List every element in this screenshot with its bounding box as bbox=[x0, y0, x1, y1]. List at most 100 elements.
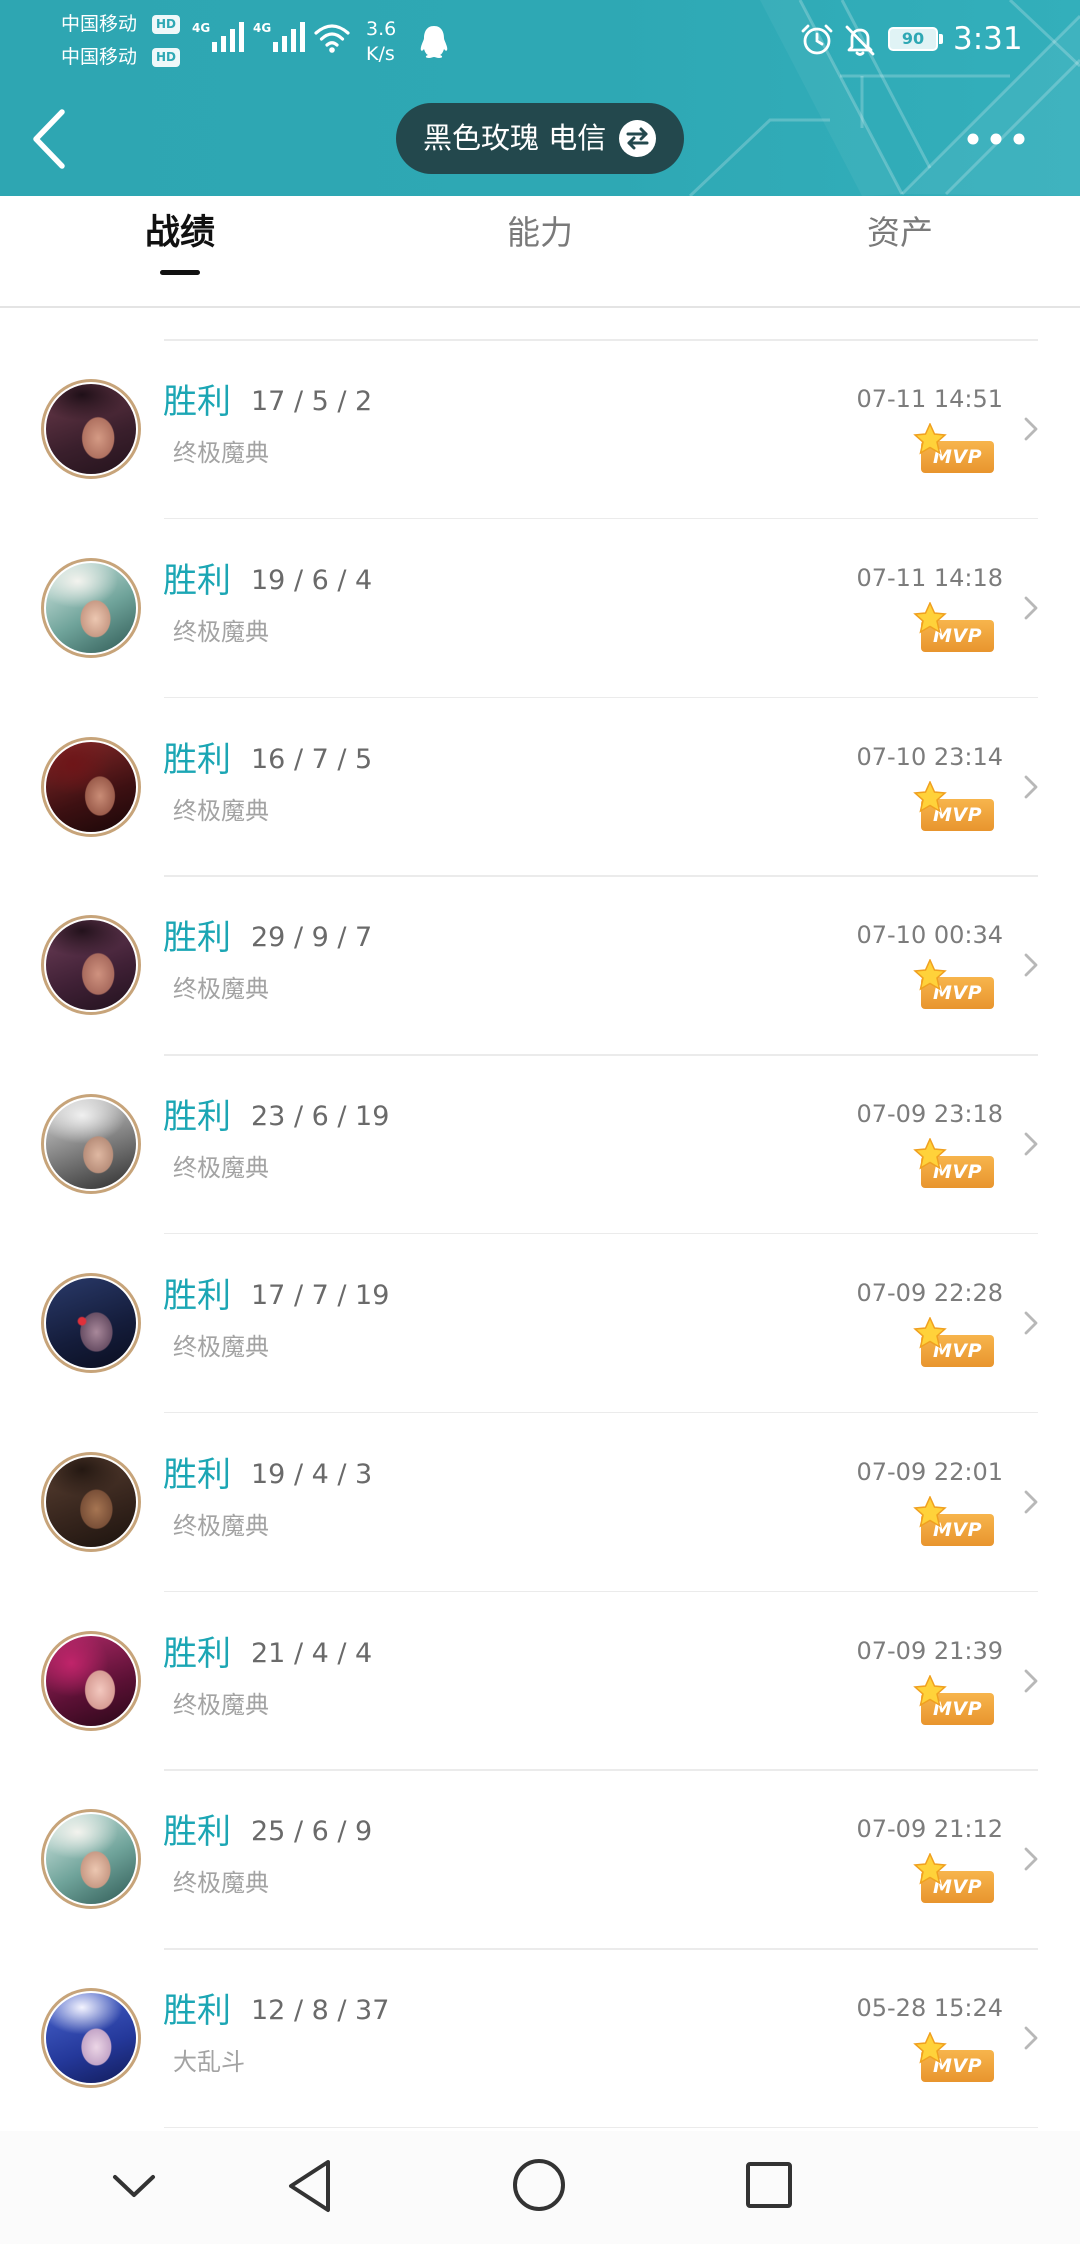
match-mode: 终极魔典 bbox=[173, 617, 269, 646]
champion-portrait bbox=[44, 1097, 138, 1192]
net-speed-unit: K/s bbox=[366, 43, 395, 65]
net-speed-value: 3.6 bbox=[366, 18, 397, 40]
match-row[interactable]: 胜利 17 / 7 / 19 终极魔典 07-09 22:28 MVP bbox=[0, 1232, 1080, 1412]
chevron-down-icon[interactable] bbox=[110, 2171, 158, 2201]
star-icon bbox=[913, 1138, 947, 1170]
match-row[interactable]: 胜利 21 / 4 / 4 终极魔典 07-09 21:39 MVP bbox=[0, 1590, 1080, 1770]
chevron-right-icon bbox=[1024, 1311, 1038, 1335]
mvp-badge: MVP bbox=[913, 959, 997, 1011]
carrier-label-2: 中国移动 bbox=[61, 46, 138, 68]
match-time: 07-10 00:34 bbox=[856, 921, 1003, 950]
match-row[interactable]: 胜利 17 / 5 / 2 终极魔典 07-11 14:51 MVP bbox=[0, 339, 1080, 518]
champion-avatar bbox=[41, 1809, 141, 1910]
match-mode: 大乱斗 bbox=[173, 2048, 245, 2077]
mvp-badge: MVP bbox=[913, 1138, 997, 1190]
match-time: 05-28 15:24 bbox=[856, 1994, 1003, 2023]
match-mode: 终极魔典 bbox=[173, 1154, 269, 1183]
star-icon bbox=[913, 1316, 947, 1349]
match-time: 07-09 23:18 bbox=[856, 1100, 1003, 1129]
match-row[interactable]: 胜利 23 / 6 / 19 终极魔典 07-09 23:18 MVP bbox=[0, 1054, 1080, 1233]
champion-portrait bbox=[44, 1454, 138, 1549]
result-line: 胜利 17 / 7 / 19 bbox=[163, 1276, 389, 1316]
match-result: 胜利 bbox=[163, 1275, 231, 1316]
page-title: 黑色玫瑰 电信 bbox=[423, 121, 607, 155]
chevron-left-icon bbox=[33, 109, 65, 169]
recents-square-icon[interactable] bbox=[745, 2161, 793, 2209]
tab-record[interactable]: 战绩 bbox=[0, 196, 360, 306]
mvp-badge: MVP bbox=[913, 1316, 997, 1369]
champion-portrait bbox=[44, 918, 138, 1013]
match-time: 07-11 14:18 bbox=[856, 563, 1003, 592]
match-time: 07-09 21:12 bbox=[856, 1815, 1003, 1844]
mvp-badge: MVP bbox=[913, 423, 997, 475]
tab-bar: 战绩 能力 资产 bbox=[0, 196, 1080, 308]
match-result: 胜利 bbox=[163, 739, 231, 780]
match-kda: 17 / 7 / 19 bbox=[251, 1279, 390, 1311]
match-kda: 21 / 4 / 4 bbox=[251, 1637, 373, 1669]
champion-avatar bbox=[41, 1630, 141, 1731]
champion-portrait bbox=[44, 1275, 138, 1370]
match-result: 胜利 bbox=[163, 918, 231, 959]
match-time: 07-11 14:51 bbox=[856, 385, 1003, 413]
match-row[interactable]: 胜利 12 / 8 / 37 大乱斗 05-28 15:24 MVP bbox=[0, 1948, 1080, 2127]
tab-ability[interactable]: 能力 bbox=[360, 196, 720, 306]
star-icon bbox=[913, 780, 947, 813]
status-clock: 3:31 bbox=[953, 21, 1023, 57]
star-icon bbox=[913, 601, 947, 634]
mvp-badge: MVP bbox=[913, 2032, 997, 2084]
chevron-right-icon bbox=[1024, 596, 1038, 620]
match-row[interactable]: 胜利 19 / 4 / 3 终极魔典 07-09 22:01 MVP bbox=[0, 1411, 1080, 1591]
star-icon bbox=[913, 959, 947, 991]
chevron-right-icon bbox=[1024, 2026, 1038, 2050]
match-kda: 17 / 5 / 2 bbox=[251, 386, 373, 417]
match-result: 胜利 bbox=[163, 1454, 231, 1495]
back-button[interactable] bbox=[26, 104, 74, 174]
champion-avatar bbox=[41, 1272, 141, 1373]
battery-icon: 90 bbox=[888, 27, 938, 51]
chevron-right-icon bbox=[1024, 417, 1038, 441]
match-kda: 19 / 6 / 4 bbox=[251, 564, 373, 596]
match-row[interactable]: 胜利 25 / 6 / 9 终极魔典 07-09 21:12 MVP bbox=[0, 1769, 1080, 1948]
app-header: 中国移动 HD 中国移动 HD 4G 4G 3.6 K/s 90 3:31 黑色… bbox=[0, 0, 1080, 196]
result-line: 胜利 23 / 6 / 19 bbox=[163, 1097, 389, 1137]
match-mode: 终极魔典 bbox=[173, 439, 269, 467]
signal-bars-icon bbox=[212, 22, 244, 52]
chevron-right-icon bbox=[1024, 1669, 1038, 1692]
match-result: 胜利 bbox=[163, 1991, 231, 2032]
account-switcher[interactable]: 黑色玫瑰 电信 bbox=[396, 103, 684, 174]
tab-active-indicator bbox=[160, 270, 200, 275]
tab-label: 能力 bbox=[507, 213, 573, 252]
match-mode: 终极魔典 bbox=[173, 796, 269, 825]
home-circle-icon[interactable] bbox=[511, 2157, 567, 2213]
carrier-label-1: 中国移动 bbox=[61, 13, 138, 35]
match-row[interactable]: 胜利 16 / 7 / 5 终极魔典 07-10 23:14 MVP bbox=[0, 696, 1080, 876]
champion-portrait bbox=[44, 382, 138, 476]
match-time: 07-09 21:39 bbox=[856, 1636, 1003, 1665]
match-history-list: 胜利 17 / 5 / 2 终极魔典 07-11 14:51 MVP 胜利 19… bbox=[0, 339, 1080, 2129]
star-icon bbox=[913, 2032, 947, 2064]
network-type-label: 4G bbox=[192, 21, 211, 35]
match-mode: 终极魔典 bbox=[173, 975, 269, 1004]
match-mode: 终极魔典 bbox=[173, 1511, 269, 1540]
result-line: 胜利 25 / 6 / 9 bbox=[163, 1812, 372, 1852]
result-line: 胜利 17 / 5 / 2 bbox=[163, 382, 372, 422]
list-divider bbox=[164, 2126, 1038, 2129]
result-line: 胜利 19 / 6 / 4 bbox=[163, 561, 372, 601]
mvp-badge: MVP bbox=[913, 1674, 997, 1727]
tab-assets[interactable]: 资产 bbox=[720, 196, 1080, 306]
system-nav-bar bbox=[0, 2131, 1080, 2244]
mvp-badge: MVP bbox=[913, 601, 997, 654]
result-line: 胜利 16 / 7 / 5 bbox=[163, 740, 372, 780]
more-button[interactable] bbox=[960, 120, 1034, 158]
star-icon bbox=[913, 1853, 947, 1885]
match-row[interactable]: 胜利 19 / 6 / 4 终极魔典 07-11 14:18 MVP bbox=[0, 517, 1080, 697]
champion-portrait bbox=[44, 739, 138, 834]
tab-label: 资产 bbox=[867, 213, 933, 252]
match-time: 07-09 22:28 bbox=[856, 1278, 1003, 1307]
match-kda: 19 / 4 / 3 bbox=[251, 1458, 373, 1490]
hd-badge-1: HD bbox=[152, 15, 180, 34]
back-triangle-icon[interactable] bbox=[284, 2157, 334, 2215]
champion-portrait bbox=[44, 1633, 138, 1728]
match-kda: 25 / 6 / 9 bbox=[251, 1816, 373, 1848]
match-row[interactable]: 胜利 29 / 9 / 7 终极魔典 07-10 00:34 MVP bbox=[0, 875, 1080, 1054]
